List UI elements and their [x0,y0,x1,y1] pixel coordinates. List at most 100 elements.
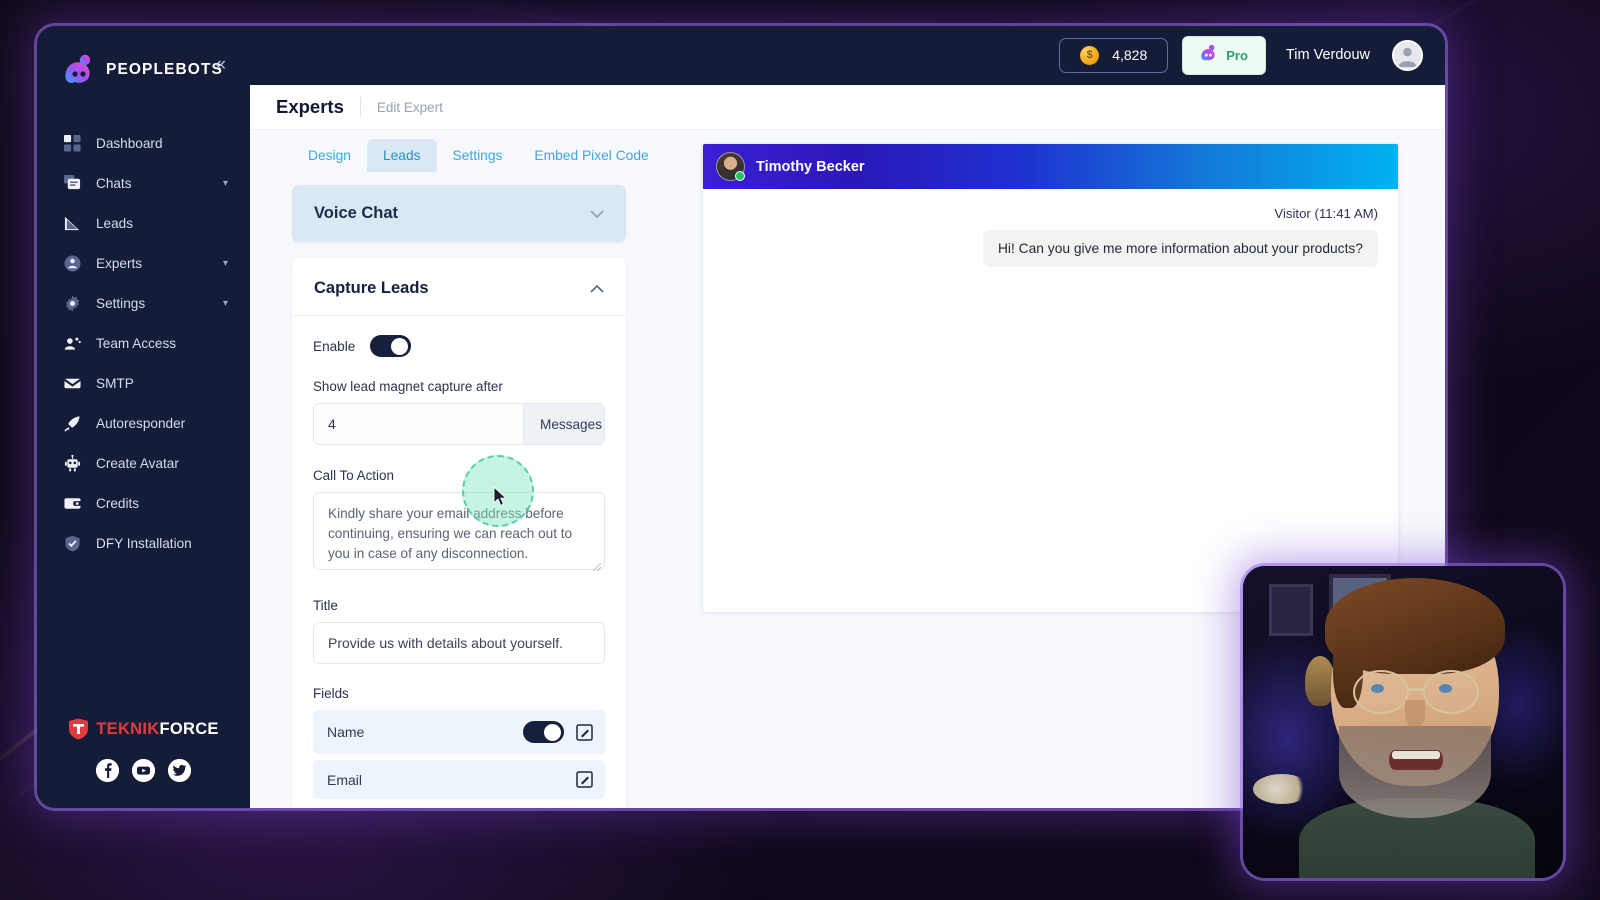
enable-toggle[interactable] [370,335,412,358]
shield-check-icon [63,534,81,552]
sidebar-nav: Dashboard Chats ▾ Leads Experts ▾ Settin… [37,123,250,563]
sidebar-item-dfy-installation[interactable]: DFY Installation [37,523,250,563]
plan-badge[interactable]: Pro [1182,35,1266,75]
breadcrumb-divider [359,97,361,118]
sidebar-item-label: Leads [96,215,134,231]
team-icon [63,334,81,352]
facebook-icon[interactable] [96,759,119,782]
social-links [37,759,250,782]
teknikforce-red: TEKNIK [96,719,160,738]
messages-count-label: Show lead magnet capture after [313,379,503,395]
agent-name: Timothy Becker [756,158,865,175]
sidebar-item-label: Create Avatar [96,455,179,471]
capture-leads-title: Capture Leads [314,279,429,298]
sidebar-item-create-avatar[interactable]: Create Avatar [37,443,250,483]
sidebar-item-experts[interactable]: Experts ▾ [37,243,250,283]
wall-frame [1269,584,1313,636]
messages-count-group: Messages [313,403,605,446]
webcam-overlay [1243,566,1563,878]
title-label: Title [313,598,338,614]
messages-count-input[interactable] [314,404,523,445]
presenter-nose [1405,700,1425,728]
cta-wrapper [313,492,605,575]
brand-name: PEOPLEBOTS [106,61,223,78]
sidebar-item-chats[interactable]: Chats ▾ [37,163,250,203]
resize-grip[interactable] [593,563,601,572]
page-title: Experts [276,96,344,118]
tab-settings[interactable]: Settings [437,139,519,172]
enable-row: Enable [313,335,605,358]
sidebar-item-label: Credits [96,495,140,511]
tab-design[interactable]: Design [292,139,367,172]
capture-leads-panel: Capture Leads Enable Show lead magnet ca… [292,258,626,808]
voice-chat-accordion[interactable]: Voice Chat [292,185,626,243]
page-header: Experts Edit Expert [250,84,1445,131]
user-avatar-icon[interactable] [1392,39,1423,71]
tab-embed-pixel-code[interactable]: Embed Pixel Code [518,139,664,172]
sidebar-item-settings[interactable]: Settings ▾ [37,283,250,323]
topbar: $ 4,828 Pro Tim Verdouw [250,26,1445,85]
chevron-down-icon: ▾ [222,257,228,269]
capture-leads-body: Enable Show lead magnet capture after Me… [292,316,626,800]
sidebar-item-credits[interactable]: Credits [37,483,250,523]
visitor-message-bubble: Hi! Can you give me more information abo… [982,230,1378,268]
plan-label: Pro [1226,47,1248,63]
credits-value: 4,828 [1112,47,1148,64]
twitter-icon[interactable] [168,759,191,782]
peoplebots-logo-icon [63,53,97,87]
desk-lamp [1253,774,1311,804]
sidebar: PEOPLEBOTS « Dashboard Chats ▾ Leads Exp… [37,26,250,808]
user-badge-icon [63,254,81,272]
sidebar-item-label: DFY Installation [96,535,192,551]
coin-icon: $ [1080,45,1100,65]
tab-bar: Design Leads Settings Embed Pixel Code [258,130,671,173]
gear-icon [63,294,81,312]
youtube-icon[interactable] [132,759,155,782]
glasses-bridge [1409,688,1423,691]
teknikforce-white: FORCE [159,719,219,738]
chat-icon [63,174,81,192]
sidebar-item-label: Autoresponder [96,415,186,431]
sidebar-item-label: Experts [96,255,143,271]
fields-label: Fields [313,686,349,702]
enable-label: Enable [313,338,356,354]
tab-leads[interactable]: Leads [366,139,437,173]
voice-chat-title: Voice Chat [314,204,399,223]
toggle-knob [391,337,409,355]
app-window: PEOPLEBOTS « Dashboard Chats ▾ Leads Exp… [37,26,1445,808]
envelope-icon [63,374,81,392]
user-name: Tim Verdouw [1285,47,1370,64]
edit-square-icon[interactable] [576,724,593,741]
capture-leads-header[interactable]: Capture Leads [292,258,626,317]
sidebar-item-label: Chats [96,175,132,191]
field-name-label: Name [327,724,365,741]
presenter-teeth [1392,751,1440,759]
presenter-glasses [1353,670,1409,714]
toggle-knob [544,723,561,741]
sidebar-item-team-access[interactable]: Team Access [37,323,250,363]
sidebar-item-leads[interactable]: Leads [37,203,250,243]
edit-square-icon[interactable] [576,771,593,789]
chevron-down-icon: ▾ [222,297,228,309]
peoplebots-mini-icon [1200,44,1218,67]
sidebar-item-autoresponder[interactable]: Autoresponder [37,403,250,443]
presenter-beard [1339,726,1491,818]
rocket-icon [63,414,81,432]
breadcrumb: Edit Expert [376,99,443,115]
funnel-icon [63,214,81,232]
teknikforce-logo: TEKNIKFORCE [68,718,218,740]
sidebar-item-dashboard[interactable]: Dashboard [37,123,250,163]
chat-preview-body: Visitor (11:41 AM) Hi! Can you give me m… [703,189,1398,613]
credits-button[interactable]: $ 4,828 [1059,37,1169,73]
cta-textarea[interactable] [313,492,605,571]
teknikforce-shield-icon [68,718,89,740]
cta-label: Call To Action [313,468,394,484]
wallet-icon [63,494,81,512]
agent-avatar [716,152,745,182]
title-input[interactable] [313,622,605,665]
sidebar-item-smtp[interactable]: SMTP [37,363,250,403]
field-name-toggle[interactable] [523,721,564,744]
chevron-double-left-icon[interactable]: « [215,55,226,74]
robot-icon [63,454,81,472]
